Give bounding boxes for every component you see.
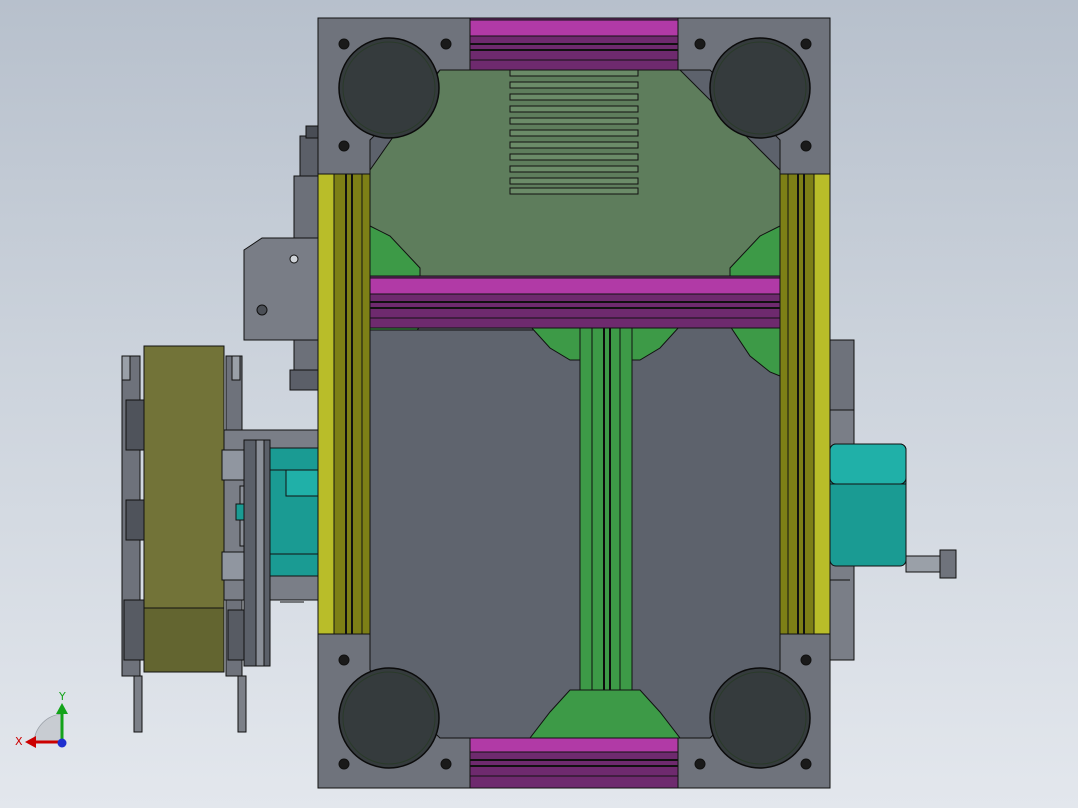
main-frame bbox=[317, 17, 831, 789]
plate-hole bbox=[256, 304, 268, 316]
triad-plane-icon bbox=[33, 713, 63, 743]
left-drive-module bbox=[121, 125, 321, 733]
left-upper-motor bbox=[293, 175, 319, 239]
center-rail bbox=[579, 325, 633, 739]
left-belt bbox=[143, 345, 225, 611]
left-motor-mount-plate bbox=[243, 237, 319, 341]
coordinate-triad: Y X bbox=[15, 690, 68, 748]
wheel-top-right bbox=[709, 37, 811, 139]
wheel-bottom-left bbox=[338, 667, 440, 769]
wheel-top-left bbox=[338, 37, 440, 139]
left-motor bbox=[269, 447, 319, 577]
wheel-bottom-right bbox=[709, 667, 811, 769]
plate-hole bbox=[289, 254, 299, 264]
triad-label-y: Y bbox=[58, 690, 66, 703]
triad-label-x: X bbox=[15, 735, 23, 748]
cad-viewport[interactable]: Y X bbox=[0, 0, 1078, 808]
z-axis-dot-icon bbox=[57, 738, 67, 748]
right-motor-shaft bbox=[905, 555, 945, 573]
